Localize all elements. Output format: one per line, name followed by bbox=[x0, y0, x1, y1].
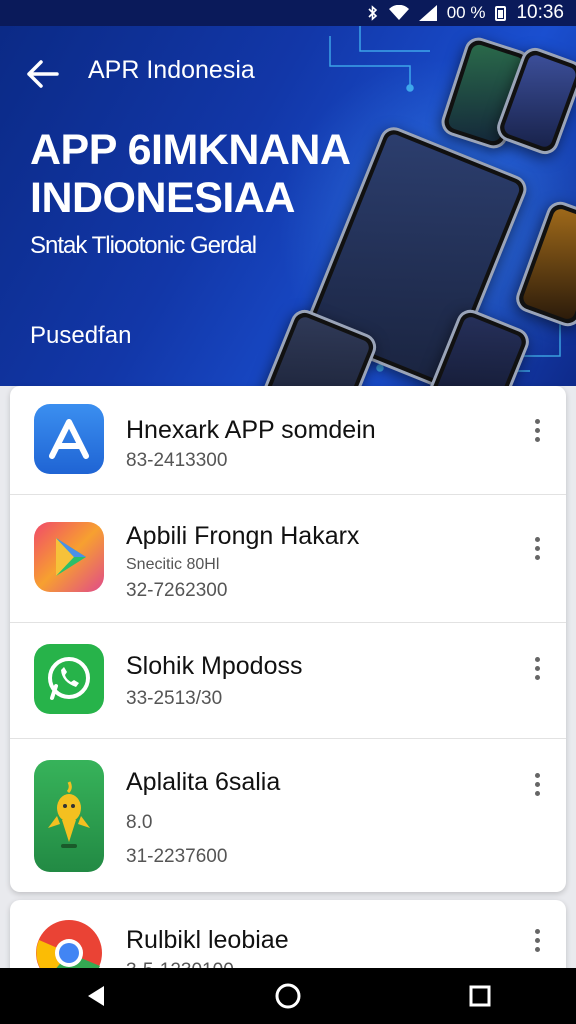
arrow-left-icon bbox=[27, 60, 59, 88]
back-button[interactable] bbox=[22, 54, 62, 94]
list-item[interactable]: Hnexark APP somdein 83-2413300 bbox=[10, 386, 566, 495]
more-options-button[interactable] bbox=[522, 920, 552, 960]
list-item[interactable]: Apbili Frongn Hakarx Snecitic 80Hl 32-72… bbox=[10, 494, 566, 623]
whatsapp-icon bbox=[34, 644, 104, 714]
wifi-icon bbox=[388, 5, 409, 21]
system-nav-bar bbox=[0, 968, 576, 1024]
app-meta: 83-2413300 bbox=[126, 450, 228, 471]
more-options-button[interactable] bbox=[522, 764, 552, 804]
app-meta: 32-7262300 bbox=[126, 580, 228, 601]
app-subtitle: 8.0 bbox=[126, 812, 153, 833]
app-name: Rulbikl leobiae bbox=[126, 926, 289, 954]
battery-icon bbox=[495, 5, 507, 21]
app-name: Slohik Mpodoss bbox=[126, 652, 303, 680]
play-store-icon bbox=[34, 522, 104, 592]
status-bar: 00 % 10:36 bbox=[0, 0, 576, 26]
app-list-card: Hnexark APP somdein 83-2413300 Apbili Fr… bbox=[10, 386, 566, 892]
square-recents-icon bbox=[469, 985, 491, 1007]
list-item[interactable]: Aplalita 6salia 8.0 31-2237600 bbox=[10, 738, 566, 892]
app-name: Hnexark APP somdein bbox=[126, 416, 376, 444]
bluetooth-icon bbox=[367, 5, 379, 21]
app-meta: 31-2237600 bbox=[126, 846, 228, 867]
triangle-back-icon bbox=[88, 986, 104, 1006]
more-options-button[interactable] bbox=[522, 528, 552, 568]
app-meta: 33-2513/30 bbox=[126, 688, 223, 709]
banner-subtitle: Sntak Tliootonic Gerdal bbox=[30, 232, 257, 259]
nav-recents-button[interactable] bbox=[450, 968, 510, 1024]
mascot-icon bbox=[34, 760, 104, 872]
app-store-icon bbox=[34, 404, 104, 474]
nav-home-button[interactable] bbox=[258, 968, 318, 1024]
clock: 10:36 bbox=[516, 2, 564, 23]
header-banner: APR Indonesia APP 6IMKNANA INDONESIAA Sn… bbox=[0, 26, 576, 386]
banner-headline: APP 6IMKNANA INDONESIAA bbox=[30, 126, 349, 222]
app-name: Aplalita 6salia bbox=[126, 768, 281, 796]
list-item[interactable]: Slohik Mpodoss 33-2513/30 bbox=[10, 622, 566, 739]
section-label: Pusedfan bbox=[30, 322, 132, 349]
app-name: Apbili Frongn Hakarx bbox=[126, 522, 360, 550]
signal-icon bbox=[418, 5, 437, 21]
more-options-button[interactable] bbox=[522, 648, 552, 688]
battery-percent: 00 % bbox=[446, 3, 486, 22]
nav-back-button[interactable] bbox=[66, 968, 126, 1024]
more-options-button[interactable] bbox=[522, 410, 552, 450]
app-subtitle: Snecitic 80Hl bbox=[126, 556, 220, 573]
page-title: APR Indonesia bbox=[88, 56, 255, 84]
circle-home-icon bbox=[275, 983, 301, 1009]
